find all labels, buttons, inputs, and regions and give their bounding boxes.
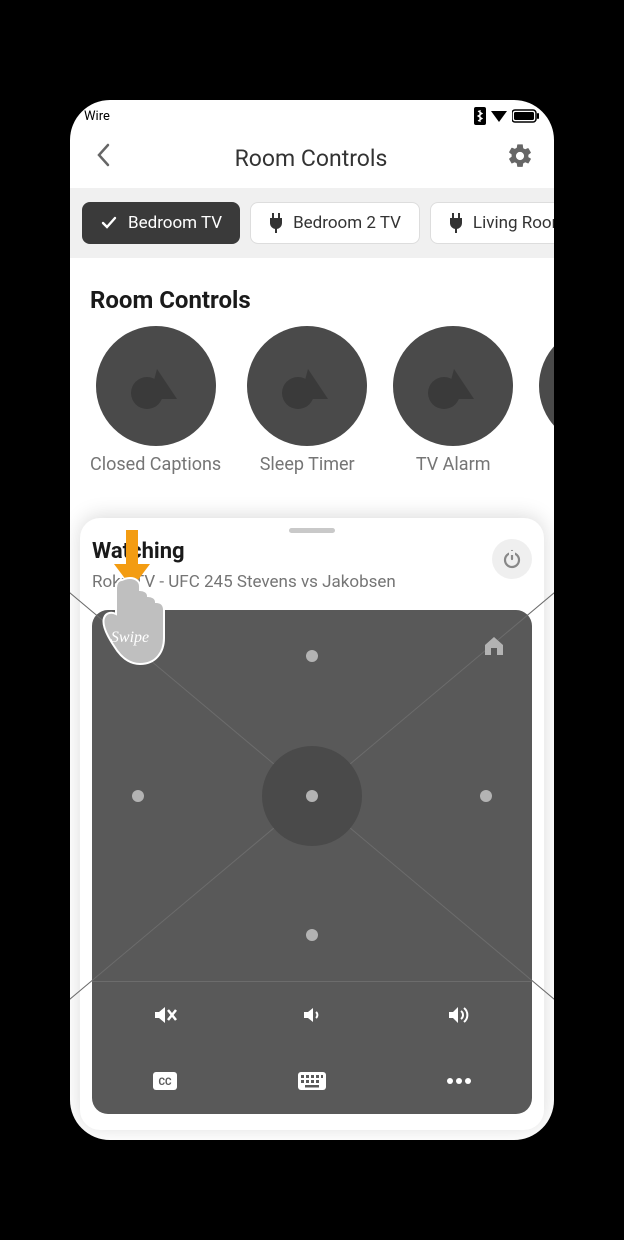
controls-row: Closed Captions Sleep Timer TV Alarm [70, 326, 554, 475]
control-closed-captions[interactable]: Closed Captions [90, 326, 221, 475]
battery-icon [512, 109, 540, 123]
remote-home-button[interactable] [482, 634, 506, 662]
control-circle [247, 326, 367, 446]
plug-icon [449, 213, 463, 233]
nav-bar: Room Controls [70, 128, 554, 188]
gear-icon [506, 142, 534, 170]
room-tabs: Bedroom TV Bedroom 2 TV Living Room [70, 188, 554, 258]
control-label: Closed Captions [90, 454, 221, 475]
status-icons [474, 107, 540, 125]
mute-button[interactable] [92, 982, 239, 1048]
room-tab-label: Bedroom 2 TV [293, 213, 401, 233]
control-circle [393, 326, 513, 446]
keyboard-button[interactable] [239, 1048, 386, 1114]
more-button[interactable] [385, 1048, 532, 1114]
cc-button[interactable]: CC [92, 1048, 239, 1114]
carrier-label: Wire [84, 109, 110, 124]
chevron-left-icon [96, 143, 110, 167]
volume-up-icon [446, 1002, 472, 1028]
bluetooth-icon [474, 107, 486, 125]
volume-up-button[interactable] [385, 982, 532, 1048]
dpad-left[interactable] [132, 790, 144, 802]
abstract-icon [424, 357, 482, 415]
volume-down-icon [301, 1004, 323, 1026]
room-tab-label: Living Room [473, 213, 554, 233]
watching-subtitle: Roku TV - UFC 245 Stevens vs Jakobsen [92, 572, 396, 592]
dpad-down[interactable] [306, 929, 318, 941]
wifi-icon [490, 109, 508, 123]
center-dot [306, 790, 318, 802]
volume-down-button[interactable] [239, 982, 386, 1048]
cc-icon: CC [152, 1071, 178, 1091]
sheet-handle[interactable] [289, 528, 335, 533]
dpad-area[interactable] [92, 610, 532, 981]
control-label: TV Alarm [416, 454, 491, 475]
dpad-up[interactable] [306, 650, 318, 662]
svg-text:CC: CC [159, 1077, 173, 1088]
back-button[interactable] [90, 137, 116, 180]
room-tab-living-room[interactable]: Living Room [430, 202, 554, 244]
page-title: Room Controls [235, 145, 388, 172]
remote-row-volume [92, 982, 532, 1048]
abstract-icon [278, 357, 336, 415]
home-icon [482, 634, 506, 658]
room-tab-label: Bedroom TV [128, 213, 222, 233]
control-circle [96, 326, 216, 446]
remote-back-button[interactable] [118, 636, 146, 660]
more-icon [446, 1077, 472, 1085]
status-bar: Wire [70, 100, 554, 128]
phone-frame: Wire Room Controls Bedroom TV Bedroom 2 … [70, 100, 554, 1140]
keyboard-icon [297, 1071, 327, 1091]
return-icon [118, 636, 146, 656]
control-label: Sleep Timer [260, 454, 355, 475]
section-title: Room Controls [70, 258, 554, 326]
power-icon [501, 548, 523, 570]
dpad-select[interactable] [262, 746, 362, 846]
watching-header: Watching Roku TV - UFC 245 Stevens vs Ja… [92, 539, 532, 592]
remote-pad: CC [92, 610, 532, 1114]
control-more[interactable] [539, 326, 554, 475]
plug-icon [269, 213, 283, 233]
remote-button-rows: CC [92, 981, 532, 1114]
control-tv-alarm[interactable]: TV Alarm [393, 326, 513, 475]
power-button[interactable] [492, 539, 532, 579]
control-sleep-timer[interactable]: Sleep Timer [247, 326, 367, 475]
control-circle [539, 326, 554, 446]
abstract-icon [127, 357, 185, 415]
settings-button[interactable] [506, 142, 534, 174]
room-tab-bedroom-2-tv[interactable]: Bedroom 2 TV [250, 202, 420, 244]
remote-sheet: Watching Roku TV - UFC 245 Stevens vs Ja… [80, 518, 544, 1130]
remote-row-extras: CC [92, 1048, 532, 1114]
dpad-right[interactable] [480, 790, 492, 802]
watching-title: Watching [92, 539, 396, 564]
mute-icon [152, 1002, 178, 1028]
room-tab-bedroom-tv[interactable]: Bedroom TV [82, 202, 240, 244]
check-icon [100, 214, 118, 232]
